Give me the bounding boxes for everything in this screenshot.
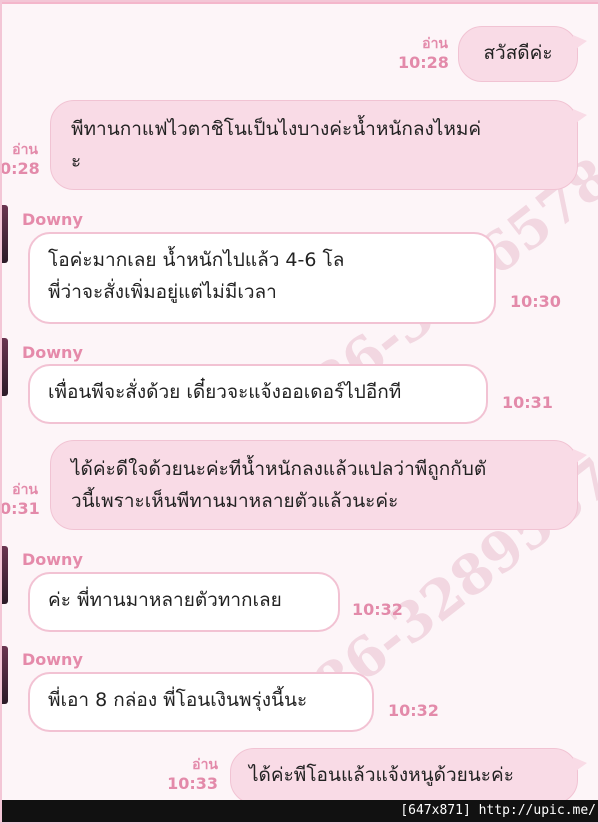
message-text-line: ได้ค่ะดีใจด้วยนะค่ะทีน้ำหนักลงแล้วแปลว่า… bbox=[71, 458, 487, 480]
message-meta: อ่าน 10:33 bbox=[160, 756, 218, 794]
message-meta: อ่าน 0:28 bbox=[0, 141, 40, 179]
message-bubble-incoming[interactable]: เพื่อนพีจะสั่งด้วย เดี๋ยวจะแจ้งออเดอร์ไป… bbox=[28, 364, 488, 424]
message-time: 10:30 bbox=[510, 292, 561, 311]
read-receipt: อ่าน bbox=[12, 142, 38, 158]
message-bubble-incoming[interactable]: พี่เอา 8 กล่อง พี่โอนเงินพรุ่งนี้นะ bbox=[28, 672, 374, 732]
message-time: 10:28 bbox=[398, 53, 449, 72]
footer-bar: [647x871] http://upic.me/ bbox=[0, 800, 600, 824]
message-text-line: ค่ะ พี่ทานมาหลายตัวทากเลย bbox=[48, 589, 282, 611]
avatar[interactable] bbox=[0, 546, 8, 604]
message-bubble-incoming[interactable]: ค่ะ พี่ทานมาหลายตัวทากเลย bbox=[28, 572, 340, 632]
message-text: สวัสดีค่ะ bbox=[483, 42, 553, 64]
message-meta: อ่าน 0:31 bbox=[0, 481, 40, 519]
message-text-line: พี่ว่าจะสั่งเพิ่มอยู่แต่ไม่มีเวลา bbox=[48, 281, 277, 303]
sender-name: Downy bbox=[22, 650, 83, 669]
message-meta: อ่าน 10:28 bbox=[398, 35, 449, 73]
message-time: 10:32 bbox=[352, 600, 403, 619]
avatar[interactable] bbox=[0, 646, 8, 704]
sender-name: Downy bbox=[22, 210, 83, 229]
message-bubble-outgoing[interactable]: สวัสดีค่ะ bbox=[458, 26, 587, 82]
image-host-label: [647x871] http://upic.me/ bbox=[400, 803, 596, 818]
message-time: 0:31 bbox=[0, 499, 40, 518]
message-bubble-outgoing[interactable]: พีทานกาแฟไวตาชิโนเป็นไงบางค่ะน้ำหนักลงไห… bbox=[50, 100, 587, 190]
avatar[interactable] bbox=[0, 205, 8, 263]
message-text-line: พีทานกาแฟไวตาชิโนเป็นไงบางค่ะน้ำหนักลงไห… bbox=[71, 118, 482, 140]
message-text-line: เพื่อนพีจะสั่งด้วย เดี๋ยวจะแจ้งออเดอร์ไป… bbox=[48, 381, 402, 403]
read-receipt: อ่าน bbox=[422, 36, 448, 52]
message-bubble-incoming[interactable]: โอค่ะมากเลย น้ำหนักไปแล้ว 4-6 โล พี่ว่าจ… bbox=[28, 232, 496, 324]
message-text-line: พี่เอา 8 กล่อง พี่โอนเงินพรุ่งนี้นะ bbox=[48, 689, 308, 711]
read-receipt: อ่าน bbox=[12, 482, 38, 498]
message-bubble-outgoing[interactable]: ได้ค่ะดีใจด้วยนะค่ะทีน้ำหนักลงแล้วแปลว่า… bbox=[50, 440, 587, 530]
message-text-line: ได้ค่ะพีโอนแล้วแจ้งหนูด้วยนะค่ะ bbox=[249, 764, 514, 786]
message-time: 0:28 bbox=[0, 159, 40, 178]
message-text-line: วนี้เพราะเห็นพีทานมาหลายตัวแล้วนะค่ะ bbox=[71, 490, 399, 512]
sender-name: Downy bbox=[22, 343, 83, 362]
read-receipt: อ่าน bbox=[192, 757, 218, 773]
message-text-line: โอค่ะมากเลย น้ำหนักไปแล้ว 4-6 โล bbox=[48, 249, 345, 271]
message-time: 10:32 bbox=[388, 701, 439, 720]
message-bubble-outgoing[interactable]: ได้ค่ะพีโอนแล้วแจ้งหนูด้วยนะค่ะ bbox=[230, 748, 587, 804]
top-accent-bar bbox=[0, 0, 600, 4]
avatar[interactable] bbox=[0, 338, 8, 396]
message-text-line: ะ bbox=[71, 150, 82, 172]
sender-name: Downy bbox=[22, 550, 83, 569]
message-time: 10:31 bbox=[502, 393, 553, 412]
message-time: 10:33 bbox=[167, 774, 218, 793]
